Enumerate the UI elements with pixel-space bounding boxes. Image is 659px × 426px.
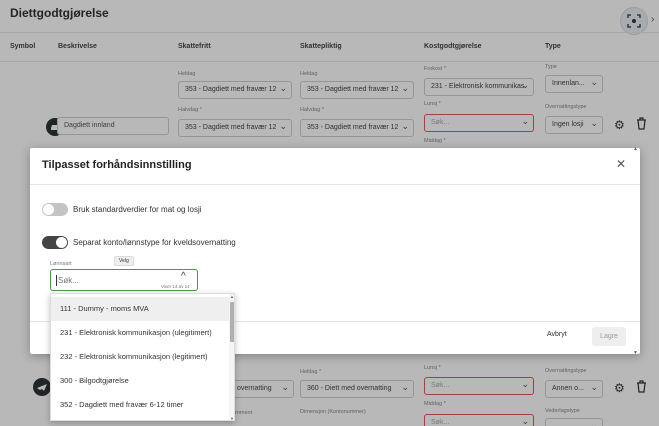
wage-type-label: Lønnsart <box>50 261 72 267</box>
chevron-up-icon[interactable]: ^ <box>181 271 186 282</box>
wage-type-dropdown: 111 - Dummy - moms MVA 231 - Elektronisk… <box>50 293 235 421</box>
wage-type-search[interactable]: ^ Viser 14 av 14 <box>50 269 198 291</box>
wage-type-search-input[interactable] <box>58 273 158 288</box>
dropdown-option[interactable]: 300 - Bilgodtgjørelse <box>51 369 229 393</box>
close-icon[interactable]: ✕ <box>616 157 626 171</box>
save-button[interactable]: Lagre <box>592 327 626 346</box>
modal-title: Tilpasset forhåndsinnstilling <box>42 159 192 171</box>
dropdown-option[interactable]: 111 - Dummy - moms MVA <box>51 297 229 321</box>
dropdown-option[interactable]: 352 - Dagdiett med fravær 6-12 timer <box>51 393 229 417</box>
dropdown-option[interactable]: 232 - Elektronisk kommunikasjon (legitim… <box>51 345 229 369</box>
separate-account-label: Separat konto/lønnstype for kveldsoverna… <box>73 238 236 247</box>
separate-account-toggle[interactable] <box>42 236 68 249</box>
standard-values-toggle[interactable] <box>42 203 68 216</box>
modal-divider <box>30 184 640 185</box>
result-count: Viser 14 av 14 <box>161 284 190 289</box>
dropdown-scrollbar[interactable]: ▲ ▼ <box>229 294 234 420</box>
select-tooltip: Velg <box>114 256 134 266</box>
standard-values-label: Bruk standardverdier for mat og losji <box>73 205 202 214</box>
dropdown-option[interactable]: 231 - Elektronisk kommunikasjon (ulegiti… <box>51 321 229 345</box>
modal-scrollbar[interactable]: ▲ ▼ <box>633 146 638 356</box>
cancel-button[interactable]: Avbryt <box>547 331 567 338</box>
dropdown-scrollbar-thumb[interactable] <box>230 302 234 342</box>
